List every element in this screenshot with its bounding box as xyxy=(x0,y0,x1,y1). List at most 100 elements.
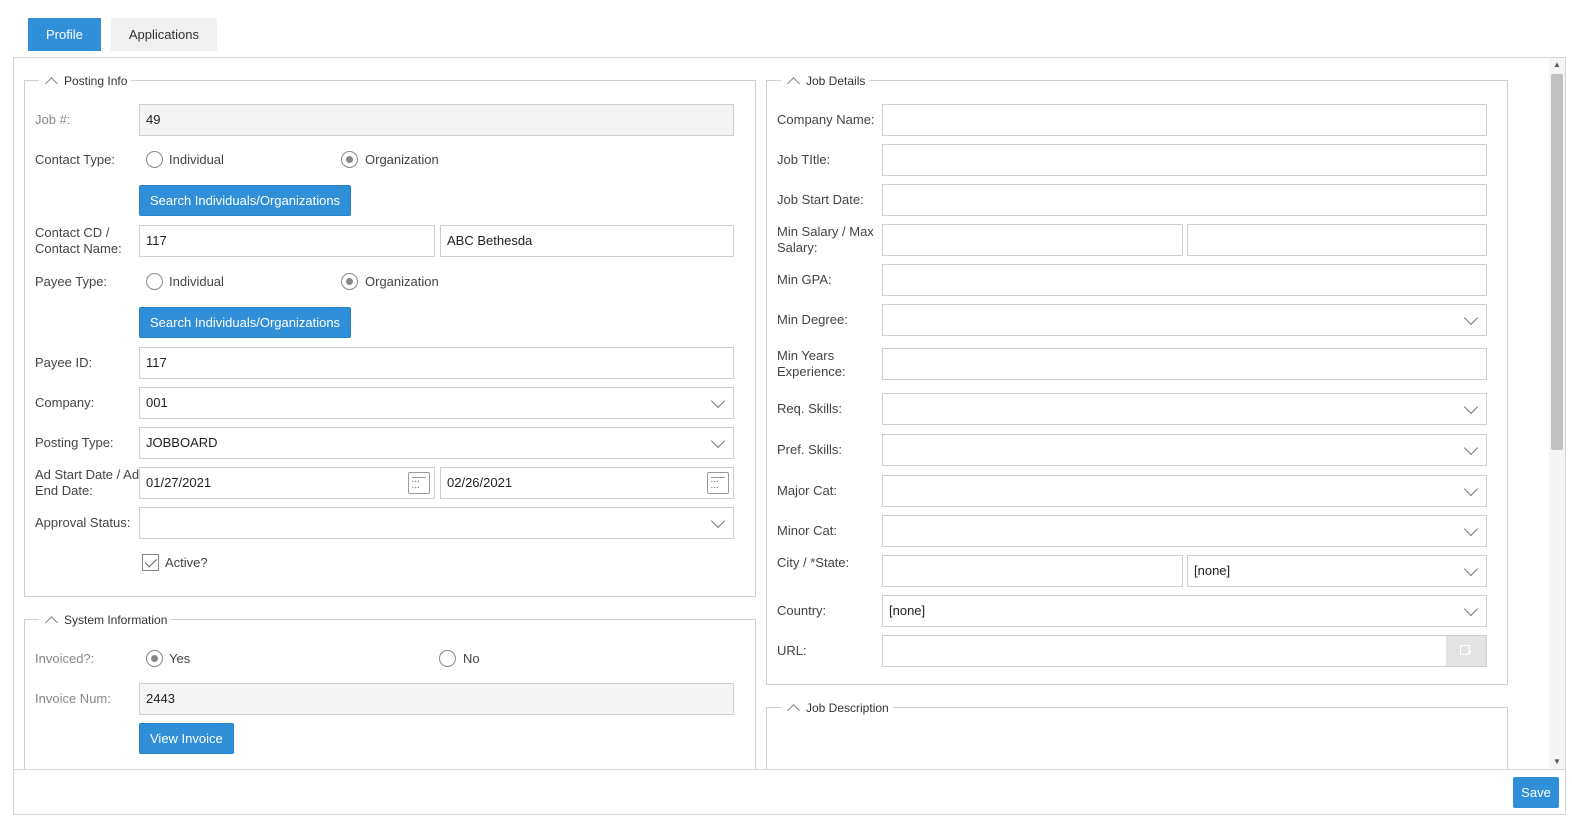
job-title-row: Job TItle: xyxy=(767,144,1507,176)
job-details-legend[interactable]: Job Details xyxy=(781,73,870,90)
active-label: Active? xyxy=(165,555,208,570)
company-row: Company: 001 xyxy=(25,387,755,419)
posting-info-legend[interactable]: Posting Info xyxy=(39,73,132,90)
contact-row: Contact CD / Contact Name: 117 ABC Bethe… xyxy=(25,225,755,257)
pref-skills-select[interactable] xyxy=(882,434,1487,466)
company-name-input[interactable] xyxy=(882,104,1487,136)
state-select-value: [none] xyxy=(1194,563,1231,578)
min-years-row: Min Years Experience: xyxy=(767,348,1507,380)
salary-row: Min Salary / Max Salary: xyxy=(767,224,1507,256)
calendar-icon[interactable] xyxy=(707,472,729,494)
payee-id-input[interactable]: 117 xyxy=(139,347,734,379)
job-description-legend[interactable]: Job Description xyxy=(781,700,893,717)
invoiced-yes-label: Yes xyxy=(169,651,191,666)
contact-label: Contact CD / Contact Name: xyxy=(35,225,122,257)
payee-type-individual-radio[interactable] xyxy=(146,273,163,290)
min-salary-input[interactable] xyxy=(882,224,1183,256)
approval-status-label: Approval Status: xyxy=(35,515,131,530)
job-details-section: Job Details Company Name: Job TItle: Job… xyxy=(766,73,1508,685)
collapse-chevron-icon[interactable] xyxy=(45,76,58,90)
search-contact-button[interactable]: Search Individuals/Organizations xyxy=(139,185,352,216)
vertical-scrollbar[interactable]: ▲ ▼ xyxy=(1549,58,1565,769)
payee-type-organization-radio[interactable] xyxy=(341,273,358,290)
contact-type-organization-radio[interactable] xyxy=(341,151,358,168)
approval-status-select[interactable] xyxy=(139,507,734,539)
contact-label-line1: Contact CD / xyxy=(35,225,110,240)
tab-applications[interactable]: Applications xyxy=(110,18,217,51)
minor-cat-select[interactable] xyxy=(882,515,1487,547)
dropdown-chevron-icon xyxy=(1463,601,1479,617)
url-input[interactable] xyxy=(882,635,1487,669)
open-url-button[interactable] xyxy=(1446,636,1486,669)
posting-info-section: Posting Info Job #: 49 Contact Type: Ind… xyxy=(24,73,756,597)
ad-dates-label-line1: Ad Start Date / Ad xyxy=(35,467,140,482)
url-row: URL: xyxy=(767,635,1507,669)
scroll-down-arrow-icon[interactable]: ▼ xyxy=(1549,755,1565,769)
ad-dates-label: Ad Start Date / Ad End Date: xyxy=(35,467,139,499)
tab-profile[interactable]: Profile xyxy=(28,18,101,51)
invoiced-no-radio[interactable] xyxy=(439,650,456,667)
system-info-title: System Information xyxy=(64,613,168,627)
ad-dates-label-line2: End Date: xyxy=(35,483,93,498)
min-years-input[interactable] xyxy=(882,348,1487,380)
city-input[interactable] xyxy=(882,555,1183,587)
company-select[interactable]: 001 xyxy=(139,387,734,419)
req-skills-select[interactable] xyxy=(882,393,1487,425)
min-gpa-label: Min GPA: xyxy=(777,272,832,287)
calendar-icon[interactable] xyxy=(408,472,430,494)
job-num-label: Job #: xyxy=(35,112,71,127)
max-salary-input[interactable] xyxy=(1187,224,1487,256)
state-select[interactable]: [none] xyxy=(1187,555,1487,587)
contact-cd-input[interactable]: 117 xyxy=(139,225,435,257)
job-start-date-input[interactable] xyxy=(882,184,1487,216)
invoiced-yes-radio[interactable] xyxy=(146,650,163,667)
job-num-field: 49 xyxy=(139,104,734,136)
req-skills-label: Req. Skills: xyxy=(777,401,843,416)
posting-info-title: Posting Info xyxy=(64,74,128,88)
save-button[interactable]: Save xyxy=(1513,777,1559,808)
tab-bar: Profile Applications xyxy=(28,18,217,51)
scrollbar-thumb[interactable] xyxy=(1551,74,1563,450)
country-select[interactable]: [none] xyxy=(882,595,1487,627)
min-years-label: Min Years Experience: xyxy=(777,348,846,380)
collapse-chevron-icon[interactable] xyxy=(787,703,800,717)
job-title-label: Job TItle: xyxy=(777,152,831,167)
company-name-label: Company Name: xyxy=(777,112,875,127)
posting-type-select[interactable]: JOBBOARD xyxy=(139,427,734,459)
active-checkbox[interactable] xyxy=(142,554,159,571)
minor-cat-row: Minor Cat: xyxy=(767,515,1507,547)
company-name-row: Company Name: xyxy=(767,104,1507,136)
min-gpa-row: Min GPA: xyxy=(767,264,1507,296)
contact-name-input[interactable]: ABC Bethesda xyxy=(440,225,734,257)
invoiced-row: Invoiced?: Yes No xyxy=(25,643,755,675)
major-cat-label: Major Cat: xyxy=(777,483,837,498)
collapse-chevron-icon[interactable] xyxy=(45,615,58,629)
major-cat-select[interactable] xyxy=(882,475,1487,507)
minor-cat-label: Minor Cat: xyxy=(777,523,837,538)
posting-type-select-value: JOBBOARD xyxy=(146,435,218,450)
search-payee-button[interactable]: Search Individuals/Organizations xyxy=(139,307,352,338)
min-gpa-input[interactable] xyxy=(882,264,1487,296)
contact-type-individual-radio[interactable] xyxy=(146,151,163,168)
dropdown-chevron-icon xyxy=(1463,440,1479,456)
contact-type-organization-label: Organization xyxy=(365,152,439,167)
city-state-row: City / *State: [none] xyxy=(767,555,1507,587)
view-invoice-button[interactable]: View Invoice xyxy=(139,723,234,754)
scroll-up-arrow-icon[interactable]: ▲ xyxy=(1549,58,1565,72)
job-title-input[interactable] xyxy=(882,144,1487,176)
dropdown-chevron-icon xyxy=(1463,521,1479,537)
min-years-label-line1: Min Years xyxy=(777,348,835,363)
invoiced-no-label: No xyxy=(463,651,480,666)
ad-start-date-input[interactable]: 01/27/2021 xyxy=(139,467,435,499)
system-info-legend[interactable]: System Information xyxy=(39,612,172,629)
collapse-chevron-icon[interactable] xyxy=(787,76,800,90)
payee-type-label: Payee Type: xyxy=(35,274,108,289)
ad-end-date-input[interactable]: 02/26/2021 xyxy=(440,467,734,499)
ad-start-date-value: 01/27/2021 xyxy=(146,475,212,490)
invoice-num-row: Invoice Num: 2443 xyxy=(25,683,755,715)
salary-label-line2: Salary: xyxy=(777,240,818,255)
major-cat-row: Major Cat: xyxy=(767,475,1507,507)
url-label: URL: xyxy=(777,643,807,658)
contact-type-label: Contact Type: xyxy=(35,152,115,167)
min-degree-select[interactable] xyxy=(882,304,1487,336)
